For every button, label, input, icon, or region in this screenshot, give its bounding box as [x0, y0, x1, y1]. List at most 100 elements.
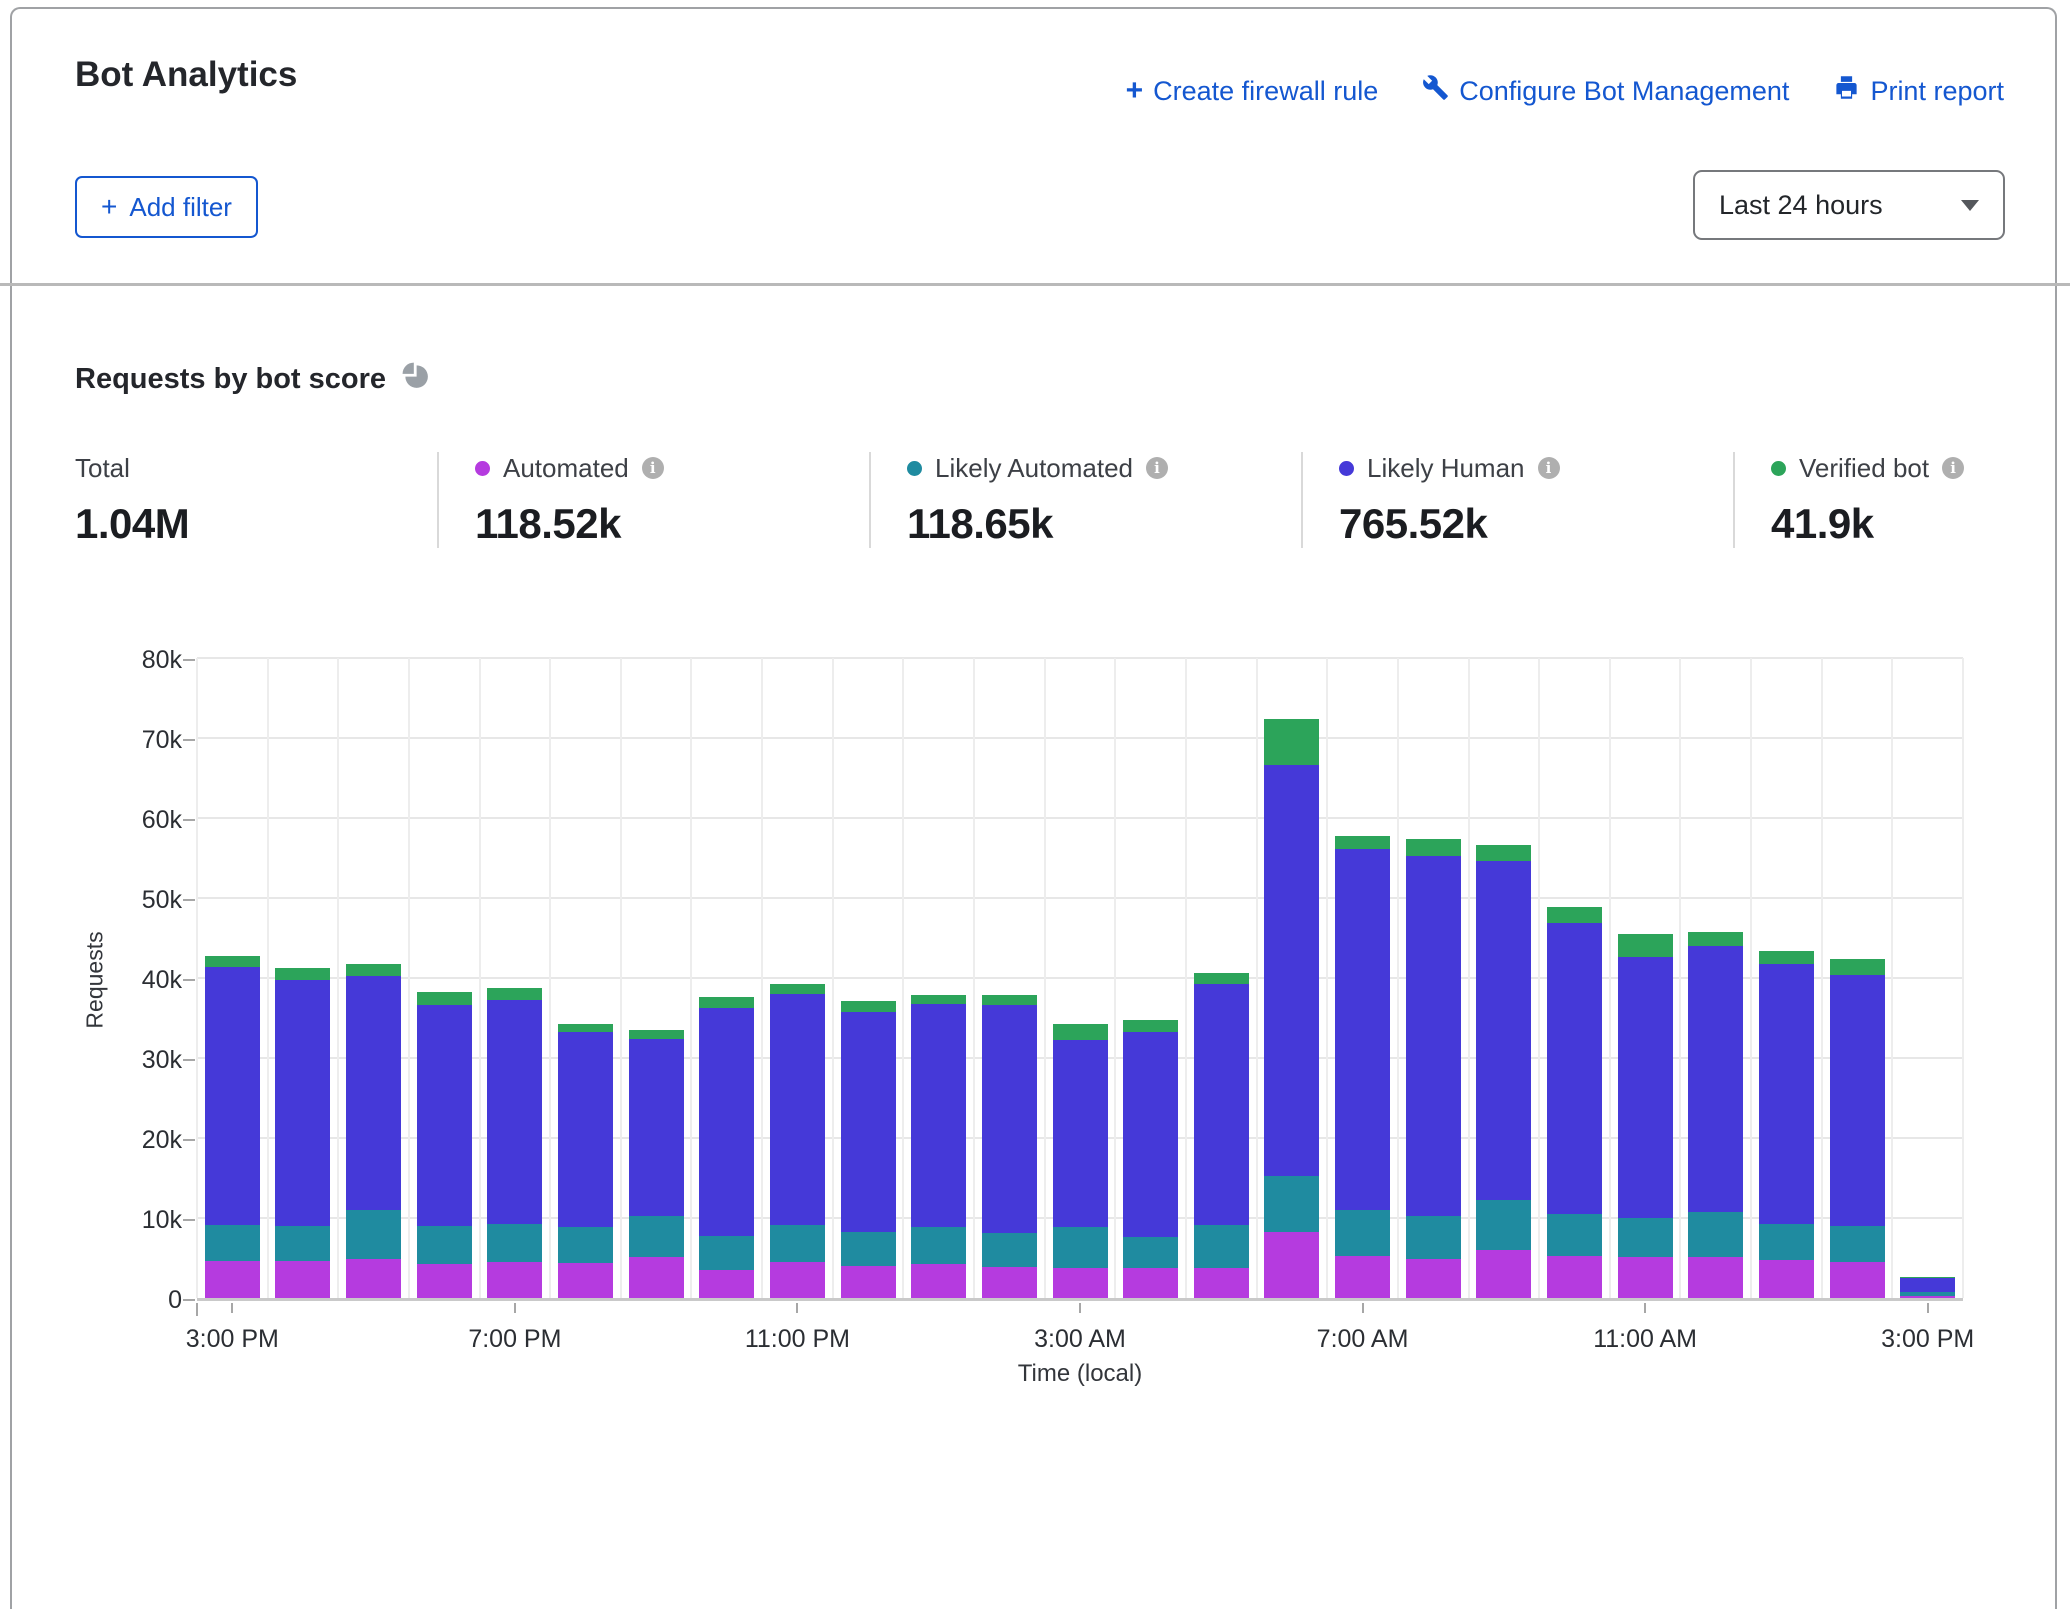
- bar-segment-likely-automated[interactable]: [558, 1227, 613, 1263]
- bar-segment-automated[interactable]: [487, 1262, 542, 1298]
- bar-segment-likely-human[interactable]: [1053, 1040, 1108, 1227]
- bar-segment-verified-bot[interactable]: [487, 988, 542, 1001]
- bar-segment-verified-bot[interactable]: [417, 992, 472, 1006]
- bar-segment-automated[interactable]: [1688, 1257, 1743, 1298]
- bar-segment-likely-automated[interactable]: [275, 1226, 330, 1261]
- bar[interactable]: [558, 1024, 613, 1298]
- bar[interactable]: [1830, 959, 1885, 1298]
- bar-segment-automated[interactable]: [1123, 1268, 1178, 1298]
- bar-segment-likely-human[interactable]: [487, 1000, 542, 1224]
- bar-segment-automated[interactable]: [629, 1257, 684, 1298]
- bar-segment-likely-human[interactable]: [911, 1004, 966, 1226]
- bar-segment-likely-automated[interactable]: [1618, 1218, 1673, 1257]
- bar-segment-automated[interactable]: [1900, 1296, 1955, 1298]
- bar-segment-likely-human[interactable]: [1476, 861, 1531, 1200]
- bar-segment-likely-human[interactable]: [1406, 856, 1461, 1217]
- print-report-link[interactable]: Print report: [1833, 74, 2004, 108]
- bar[interactable]: [1476, 845, 1531, 1298]
- bar[interactable]: [1264, 719, 1319, 1298]
- bar-segment-likely-automated[interactable]: [1123, 1237, 1178, 1268]
- bar-segment-likely-human[interactable]: [1194, 984, 1249, 1225]
- bar-segment-verified-bot[interactable]: [770, 984, 825, 994]
- bar-segment-verified-bot[interactable]: [558, 1024, 613, 1033]
- bar-segment-automated[interactable]: [1194, 1268, 1249, 1298]
- bar-segment-likely-human[interactable]: [982, 1005, 1037, 1233]
- bar-segment-likely-automated[interactable]: [911, 1227, 966, 1265]
- bar-segment-automated[interactable]: [911, 1264, 966, 1298]
- bar-segment-automated[interactable]: [1406, 1259, 1461, 1298]
- bar-segment-verified-bot[interactable]: [1194, 973, 1249, 984]
- bar-segment-automated[interactable]: [346, 1259, 401, 1298]
- bar[interactable]: [911, 995, 966, 1298]
- bar-segment-likely-automated[interactable]: [841, 1232, 896, 1266]
- bar[interactable]: [1900, 1277, 1955, 1298]
- bar-segment-automated[interactable]: [205, 1261, 260, 1298]
- bar-segment-likely-automated[interactable]: [1688, 1212, 1743, 1258]
- bar[interactable]: [1618, 934, 1673, 1298]
- bar-segment-likely-automated[interactable]: [1053, 1227, 1108, 1269]
- bar-segment-likely-automated[interactable]: [1759, 1224, 1814, 1259]
- bar-segment-verified-bot[interactable]: [1830, 959, 1885, 975]
- bar-segment-likely-automated[interactable]: [1476, 1200, 1531, 1250]
- bar-segment-likely-human[interactable]: [1618, 957, 1673, 1218]
- bar-segment-automated[interactable]: [1335, 1256, 1390, 1298]
- bar[interactable]: [205, 956, 260, 1298]
- bar-segment-automated[interactable]: [699, 1270, 754, 1298]
- bar[interactable]: [1406, 839, 1461, 1298]
- bar-segment-verified-bot[interactable]: [1406, 839, 1461, 856]
- bar-segment-likely-human[interactable]: [1759, 964, 1814, 1224]
- bar-segment-likely-human[interactable]: [1335, 849, 1390, 1210]
- bar-segment-verified-bot[interactable]: [1547, 907, 1602, 923]
- bar-segment-likely-human[interactable]: [275, 980, 330, 1226]
- bar-segment-likely-automated[interactable]: [487, 1224, 542, 1262]
- bar-segment-likely-automated[interactable]: [982, 1233, 1037, 1267]
- bar-segment-likely-human[interactable]: [841, 1012, 896, 1232]
- bar[interactable]: [982, 995, 1037, 1298]
- bar-segment-verified-bot[interactable]: [275, 968, 330, 979]
- bar-segment-automated[interactable]: [1264, 1232, 1319, 1298]
- bar[interactable]: [1194, 973, 1249, 1298]
- bar-segment-likely-human[interactable]: [205, 967, 260, 1225]
- bar-segment-automated[interactable]: [417, 1264, 472, 1298]
- bar-segment-likely-automated[interactable]: [1264, 1176, 1319, 1232]
- bar-segment-likely-automated[interactable]: [770, 1225, 825, 1262]
- bar-segment-verified-bot[interactable]: [205, 956, 260, 966]
- bar-segment-verified-bot[interactable]: [1476, 845, 1531, 861]
- time-range-select[interactable]: Last 24 hours: [1693, 170, 2005, 240]
- info-icon[interactable]: i: [642, 457, 664, 479]
- add-filter-button[interactable]: + Add filter: [75, 176, 258, 238]
- bar-segment-likely-human[interactable]: [1900, 1278, 1955, 1292]
- bar-segment-automated[interactable]: [1830, 1262, 1885, 1298]
- bar[interactable]: [487, 988, 542, 1298]
- bar-segment-likely-automated[interactable]: [1547, 1214, 1602, 1256]
- bar-segment-verified-bot[interactable]: [1688, 932, 1743, 946]
- bar[interactable]: [1547, 907, 1602, 1298]
- bar-segment-likely-automated[interactable]: [205, 1225, 260, 1261]
- bar-segment-verified-bot[interactable]: [1123, 1020, 1178, 1031]
- bar-segment-likely-human[interactable]: [699, 1008, 754, 1236]
- bar-segment-verified-bot[interactable]: [1335, 836, 1390, 850]
- bar[interactable]: [629, 1030, 684, 1298]
- bar[interactable]: [275, 968, 330, 1298]
- bar-segment-automated[interactable]: [770, 1262, 825, 1298]
- bar[interactable]: [1053, 1024, 1108, 1298]
- bar-segment-likely-automated[interactable]: [1406, 1216, 1461, 1258]
- bar-segment-verified-bot[interactable]: [1618, 934, 1673, 957]
- bar-segment-likely-human[interactable]: [1123, 1032, 1178, 1238]
- bar[interactable]: [841, 1001, 896, 1298]
- bar[interactable]: [1759, 951, 1814, 1298]
- bar-segment-likely-automated[interactable]: [699, 1236, 754, 1270]
- bar-segment-likely-human[interactable]: [417, 1005, 472, 1226]
- bar-segment-automated[interactable]: [275, 1261, 330, 1298]
- bar[interactable]: [1123, 1020, 1178, 1298]
- bar-segment-automated[interactable]: [558, 1263, 613, 1298]
- bar-segment-automated[interactable]: [1547, 1256, 1602, 1298]
- bar-segment-likely-automated[interactable]: [1194, 1225, 1249, 1267]
- bar-segment-verified-bot[interactable]: [346, 964, 401, 977]
- bar-segment-likely-automated[interactable]: [417, 1226, 472, 1264]
- bar-segment-automated[interactable]: [1476, 1250, 1531, 1298]
- bar[interactable]: [417, 992, 472, 1298]
- bar-segment-verified-bot[interactable]: [982, 995, 1037, 1005]
- bar-segment-verified-bot[interactable]: [699, 997, 754, 1008]
- bar-segment-automated[interactable]: [1053, 1268, 1108, 1298]
